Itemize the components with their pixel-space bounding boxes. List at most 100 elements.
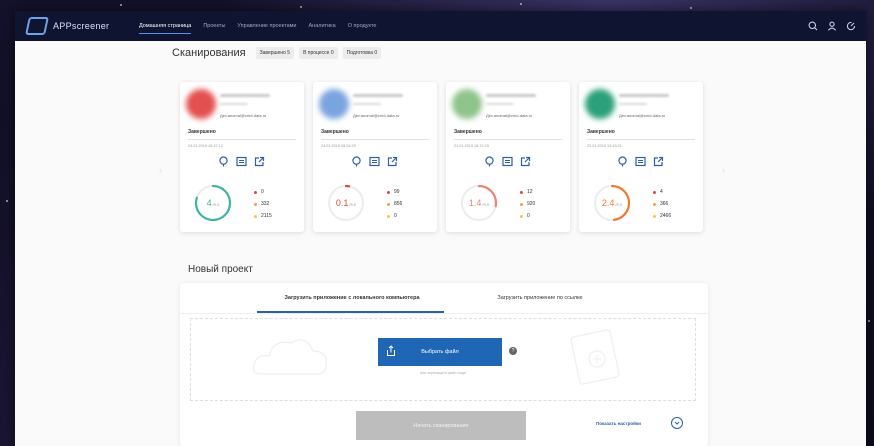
scan-date: 21.01.2019 16:37:03 <box>454 144 489 148</box>
scan-date: 24.01.2019 08:54:29 <box>321 144 356 148</box>
severity-count: 920 <box>527 201 536 207</box>
app-name <box>220 94 270 97</box>
card-divider <box>587 139 695 140</box>
vulnerability-counts: 4 366 2466 <box>653 186 671 222</box>
security-score: 4 /5.0 <box>193 183 233 223</box>
nav-item-about[interactable]: О продукте <box>348 19 377 34</box>
score-value: 2.4 <box>601 198 615 208</box>
security-score: 0.1 /5.0 <box>326 183 366 223</box>
card-divider <box>454 139 562 140</box>
app-version <box>619 103 647 105</box>
chevron-right-icon[interactable]: › <box>722 165 725 175</box>
severity-count: 2466 <box>660 213 672 219</box>
file-drop-zone[interactable]: Выбрать файл ? или перетащите файл сюда <box>190 318 696 401</box>
severity-count: 2115 <box>261 213 272 219</box>
scan-card[interactable]: Дev.anomal@cmd-data.ru Завершено 24.01.2… <box>180 82 304 232</box>
file-placeholder-icon <box>570 329 620 385</box>
severity-count-row: 0 <box>387 210 402 222</box>
severity-count-row: 4 <box>653 186 671 198</box>
show-settings-link[interactable]: Показать настройки <box>596 421 641 426</box>
export-icon[interactable] <box>386 155 398 167</box>
tab-upload-local[interactable]: Загрузить приложение с локального компью… <box>260 295 444 301</box>
scan-status: Завершено <box>188 129 216 135</box>
chevron-left-icon[interactable]: ‹ <box>159 165 162 175</box>
app-icon <box>585 89 615 119</box>
chevron-down-icon[interactable] <box>671 417 683 429</box>
tab-upload-link[interactable]: Загрузить приложение по ссылке <box>470 295 610 301</box>
upload-icon <box>386 345 396 359</box>
scan-date: 22.01.2019 13:43:21 <box>587 144 622 148</box>
severity-dot <box>387 202 390 206</box>
star <box>690 7 692 9</box>
severity-count-row: 99 <box>387 186 402 198</box>
report-icon[interactable] <box>616 155 628 167</box>
scans-header: Сканирования Завершено 5 В процессе 0 По… <box>172 47 700 59</box>
scan-card[interactable]: Дev.anomal@cmd-data.ru Завершено 22.01.2… <box>579 82 703 232</box>
severity-count: 99 <box>394 189 400 195</box>
star <box>300 6 302 8</box>
details-icon[interactable] <box>634 155 646 167</box>
severity-count-row: 332 <box>254 198 272 210</box>
severity-count: 4 <box>660 189 663 195</box>
search-icon[interactable] <box>807 20 818 31</box>
scan-status: Завершено <box>454 129 482 135</box>
app-icon <box>186 89 216 119</box>
tab-divider <box>180 313 708 314</box>
severity-count-row: 2466 <box>653 210 671 222</box>
nav-item-analytics[interactable]: Аналитика <box>309 19 336 34</box>
help-icon[interactable]: ? <box>509 347 517 355</box>
filter-chip-completed[interactable]: Завершено 5 <box>255 47 295 59</box>
app-name <box>353 94 403 97</box>
score-max: /5.0 <box>482 202 490 207</box>
logout-icon[interactable] <box>845 20 856 31</box>
severity-count: 12 <box>527 189 533 195</box>
score-max: /5.0 <box>615 202 623 207</box>
filter-chip-preparing[interactable]: Подготовка 0 <box>342 47 382 59</box>
choose-file-button[interactable]: Выбрать файл <box>378 338 502 366</box>
severity-dot <box>653 190 656 194</box>
details-icon[interactable] <box>368 155 380 167</box>
export-icon[interactable] <box>253 155 265 167</box>
report-icon[interactable] <box>217 155 229 167</box>
start-scan-button[interactable]: Начать сканирование <box>356 411 526 440</box>
logo[interactable]: APPscreener <box>25 17 127 35</box>
app-icon <box>319 89 349 119</box>
nav-item-project-management[interactable]: Управление проектами <box>237 19 296 34</box>
card-divider <box>321 139 429 140</box>
severity-count-row: 2115 <box>254 210 272 222</box>
details-icon[interactable] <box>235 155 247 167</box>
export-icon[interactable] <box>519 155 531 167</box>
severity-dot <box>254 214 257 218</box>
logo-icon <box>25 17 49 35</box>
filter-chip-in-progress[interactable]: В процессе 0 <box>299 47 338 59</box>
app-name <box>619 94 669 97</box>
nav-item-projects[interactable]: Проекты <box>203 19 225 34</box>
severity-count: 0 <box>394 213 397 219</box>
severity-dot <box>653 202 656 206</box>
scan-cards: Дev.anomal@cmd-data.ru Завершено 24.01.2… <box>180 82 712 232</box>
user-icon[interactable] <box>826 20 837 31</box>
severity-dot <box>653 214 656 218</box>
export-icon[interactable] <box>652 155 664 167</box>
severity-count-row: 856 <box>387 198 402 210</box>
owner-email: Дev.anomal@cmd-data.ru <box>220 113 267 118</box>
severity-count: 332 <box>261 201 270 207</box>
cloud-icon <box>252 339 328 375</box>
report-icon[interactable] <box>350 155 362 167</box>
score-max: /5.0 <box>349 202 357 207</box>
owner-email: Дev.anomal@cmd-data.ru <box>486 113 533 118</box>
severity-dot <box>520 214 523 218</box>
severity-count: 856 <box>394 201 403 207</box>
scan-card[interactable]: Дev.anomal@cmd-data.ru Завершено 24.01.2… <box>313 82 437 232</box>
severity-dot <box>254 190 257 194</box>
top-nav: APPscreener Домашняя страница Проекты Уп… <box>15 11 866 41</box>
app-name <box>486 94 536 97</box>
severity-dot <box>387 190 390 194</box>
details-icon[interactable] <box>501 155 513 167</box>
scan-card[interactable]: Дev.anomal@cmd-data.ru Завершено 21.01.2… <box>446 82 570 232</box>
star <box>868 320 870 322</box>
new-project-panel: Загрузить приложение с локального компью… <box>180 283 708 446</box>
severity-count: 0 <box>527 213 530 219</box>
report-icon[interactable] <box>483 155 495 167</box>
nav-item-home[interactable]: Домашняя страница <box>139 19 192 34</box>
